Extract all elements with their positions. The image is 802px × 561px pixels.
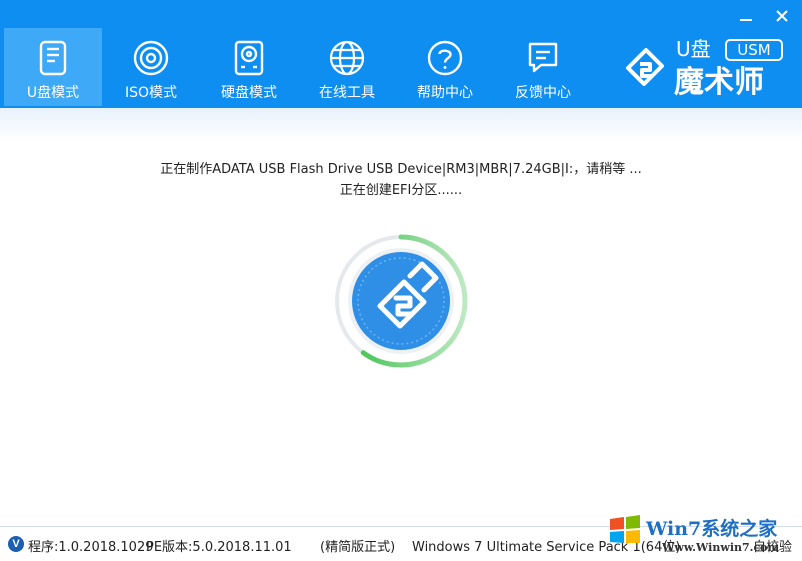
spinner-disc [352,252,450,350]
window-controls [736,6,792,26]
self-verify-link[interactable]: 自校验 [753,536,792,555]
main-panel: 正在制作ADATA USB Flash Drive USB Device|RM3… [0,108,802,526]
brand-logo: U盘 USM 魔术师 [622,34,792,100]
tab-usb-mode-label: U盘模式 [26,85,80,101]
tab-hard-disk-mode-label: 硬盘模式 [221,85,277,101]
close-icon[interactable] [772,6,792,26]
app-window: U盘模式 ISO模式 硬盘模式 在线工具 帮助中心 反馈中心 U盘 USM 魔术… [0,0,802,561]
brand-text-main: 魔术师 [674,65,764,100]
status-message: 正在制作ADATA USB Flash Drive USB Device|RM3… [160,162,642,177]
hard-disk-icon [229,38,269,78]
help-icon [425,38,465,78]
status-step: 正在创建EFI分区...... [339,183,463,198]
os-info: Windows 7 Ultimate Service Pack 1(64位) [412,540,681,555]
tab-online-tools[interactable]: 在线工具 [298,28,396,106]
tab-usb-mode[interactable]: U盘模式 [4,28,102,106]
header-bar: U盘模式 ISO模式 硬盘模式 在线工具 帮助中心 反馈中心 U盘 USM 魔术… [0,0,802,108]
progress-spinner [332,232,470,370]
disc-icon [131,38,171,78]
tab-help-center-label: 帮助中心 [417,85,473,101]
usb-drive-icon [33,38,73,78]
feedback-icon [523,38,563,78]
tab-feedback-center[interactable]: 反馈中心 [494,28,592,106]
main-nav: U盘模式 ISO模式 硬盘模式 在线工具 帮助中心 反馈中心 [4,28,592,106]
tab-help-center[interactable]: 帮助中心 [396,28,494,106]
tab-hard-disk-mode[interactable]: 硬盘模式 [200,28,298,106]
brand-badge: USM [737,41,770,59]
brand-text-top: U盘 [676,37,711,61]
tab-feedback-center-label: 反馈中心 [515,85,571,101]
status-bar: V 程序:1.0.2018.1029 PE版本:5.0.2018.11.01 (… [0,526,802,561]
program-version: 程序:1.0.2018.1029 [28,540,154,555]
tab-iso-mode[interactable]: ISO模式 [102,28,200,106]
tab-online-tools-label: 在线工具 [319,85,375,101]
pe-version: PE版本:5.0.2018.11.01 [146,540,292,555]
tab-iso-mode-label: ISO模式 [124,85,178,101]
minimize-icon[interactable] [736,6,756,26]
version-badge-icon: V [8,536,24,552]
edition-label: (精简版正式) [320,540,396,555]
globe-icon [327,38,367,78]
